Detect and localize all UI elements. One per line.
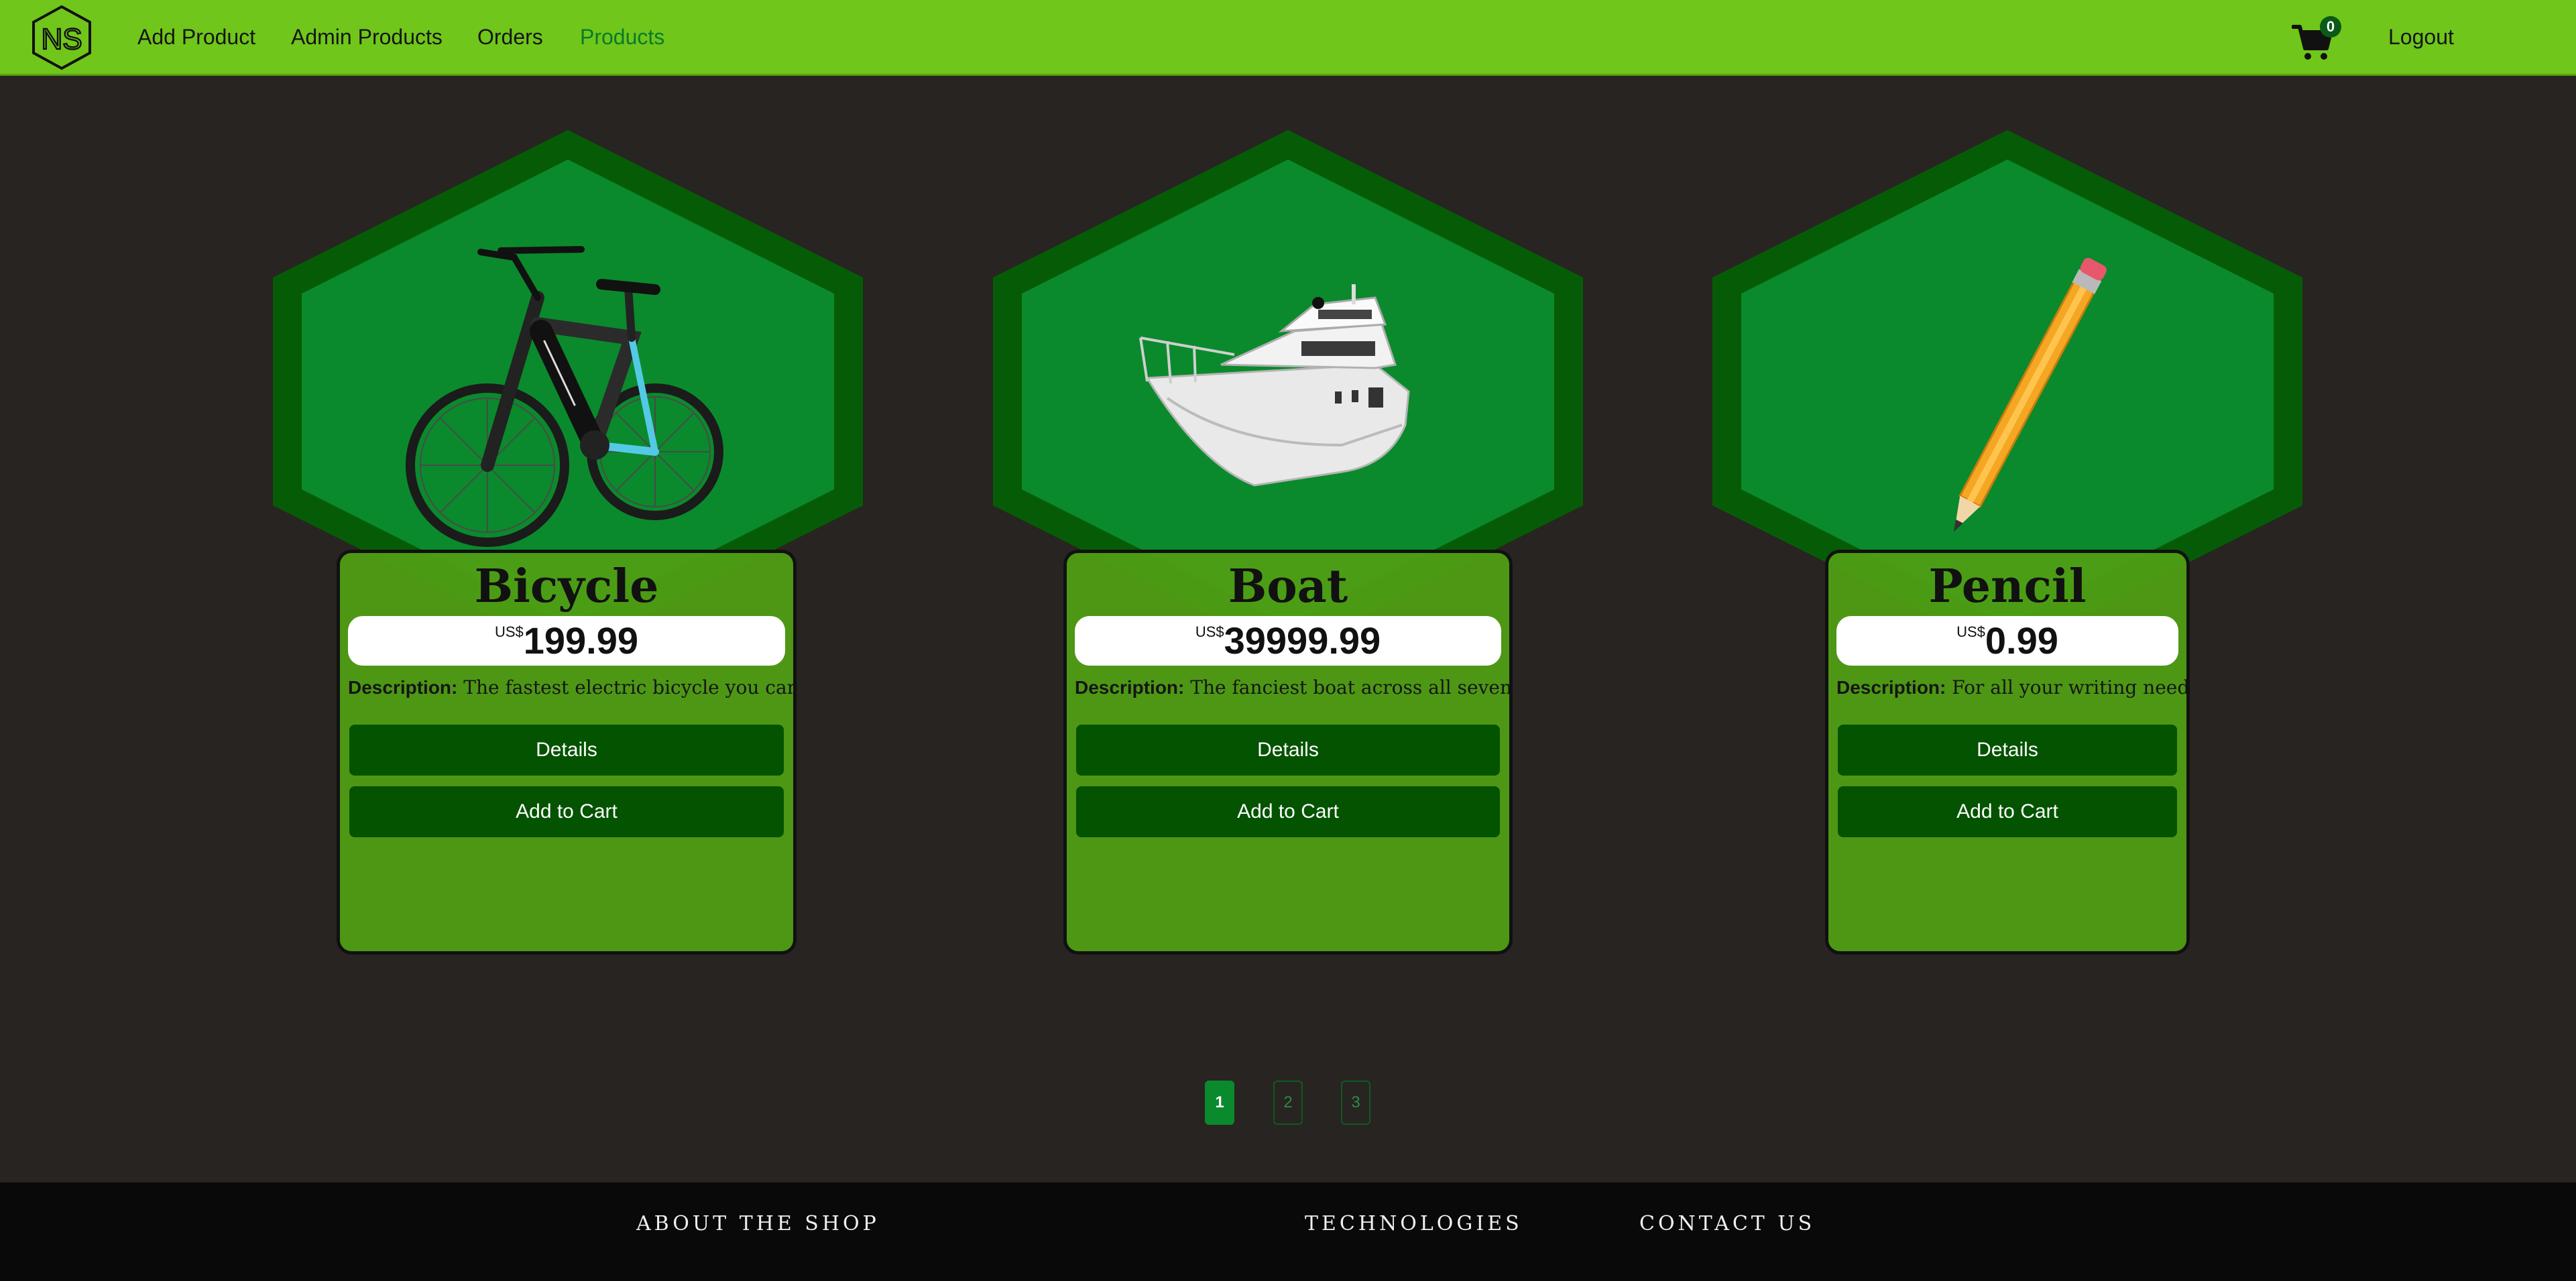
bicycle-image	[406, 246, 723, 547]
page-button-1[interactable]: 1	[1205, 1081, 1234, 1125]
top-navbar: NS Add Product Admin Products Orders Pro…	[0, 0, 2576, 76]
footer: ABOUT THE SHOP TECHNOLOGIES CONTACT US	[0, 1182, 2576, 1281]
page-button-2[interactable]: 2	[1273, 1081, 1303, 1125]
price-tag: US$0.99	[1836, 616, 2178, 666]
description-label: Description:	[1836, 677, 1946, 698]
cart-button[interactable]: 0	[2292, 16, 2341, 60]
product-card-bicycle: Bicycle US$199.99 Description: The faste…	[270, 130, 866, 961]
nav-link-admin-products[interactable]: Admin Products	[291, 0, 443, 74]
product-description: Description: For all your writing needs.	[1836, 676, 2186, 698]
product-info-card: Boat US$39999.99 Description: The fancie…	[1063, 550, 1513, 955]
details-button[interactable]: Details	[1076, 725, 1500, 776]
product-title: Boat	[1228, 560, 1348, 613]
details-button[interactable]: Details	[1838, 725, 2177, 776]
description-label: Description:	[348, 677, 458, 698]
add-to-cart-button[interactable]: Add to Cart	[1838, 786, 2177, 837]
nav-link-orders[interactable]: Orders	[477, 0, 543, 74]
product-title: Pencil	[1928, 560, 2087, 613]
logo-text: NS	[41, 23, 82, 56]
price-tag: US$39999.99	[1075, 616, 1501, 666]
product-card-pencil: Pencil US$0.99 Description: For all your…	[1709, 130, 2306, 961]
nav-link-products[interactable]: Products	[580, 0, 664, 74]
cart-count-badge: 0	[2320, 16, 2341, 38]
product-info-card: Bicycle US$199.99 Description: The faste…	[337, 550, 797, 955]
boat-image	[1139, 284, 1410, 487]
price-currency: US$	[494, 623, 524, 640]
description-text: The fastest electric bicycle you can fin…	[463, 676, 797, 698]
ns-logo-icon[interactable]: NS	[30, 4, 94, 71]
product-card-boat: Boat US$39999.99 Description: The fancie…	[990, 130, 1586, 961]
price-currency: US$	[1956, 623, 1985, 640]
page-button-3[interactable]: 3	[1341, 1081, 1370, 1125]
description-label: Description:	[1075, 677, 1185, 698]
price-value: 0.99	[1985, 619, 2058, 662]
product-description: Description: The fastest electric bicycl…	[348, 676, 793, 698]
add-to-cart-button[interactable]: Add to Cart	[1076, 786, 1500, 837]
logout-link[interactable]: Logout	[2388, 0, 2454, 74]
description-text: The fanciest boat across all seven seas.	[1190, 676, 1513, 698]
product-description: Description: The fanciest boat across al…	[1075, 676, 1509, 698]
price-tag: US$199.99	[348, 616, 785, 666]
nav-link-add-product[interactable]: Add Product	[137, 0, 255, 74]
product-title: Bicycle	[474, 560, 659, 613]
price-value: 199.99	[523, 619, 639, 662]
price-value: 39999.99	[1224, 619, 1381, 662]
price-currency: US$	[1195, 623, 1224, 640]
footer-link-technologies[interactable]: TECHNOLOGIES	[1305, 1212, 1523, 1235]
description-text: For all your writing needs.	[1952, 676, 2190, 698]
pencil-image	[1953, 257, 2107, 532]
details-button[interactable]: Details	[349, 725, 784, 776]
add-to-cart-button[interactable]: Add to Cart	[349, 786, 784, 837]
product-info-card: Pencil US$0.99 Description: For all your…	[1825, 550, 2190, 955]
footer-link-contact[interactable]: CONTACT US	[1639, 1212, 1815, 1235]
footer-link-about[interactable]: ABOUT THE SHOP	[636, 1212, 880, 1235]
